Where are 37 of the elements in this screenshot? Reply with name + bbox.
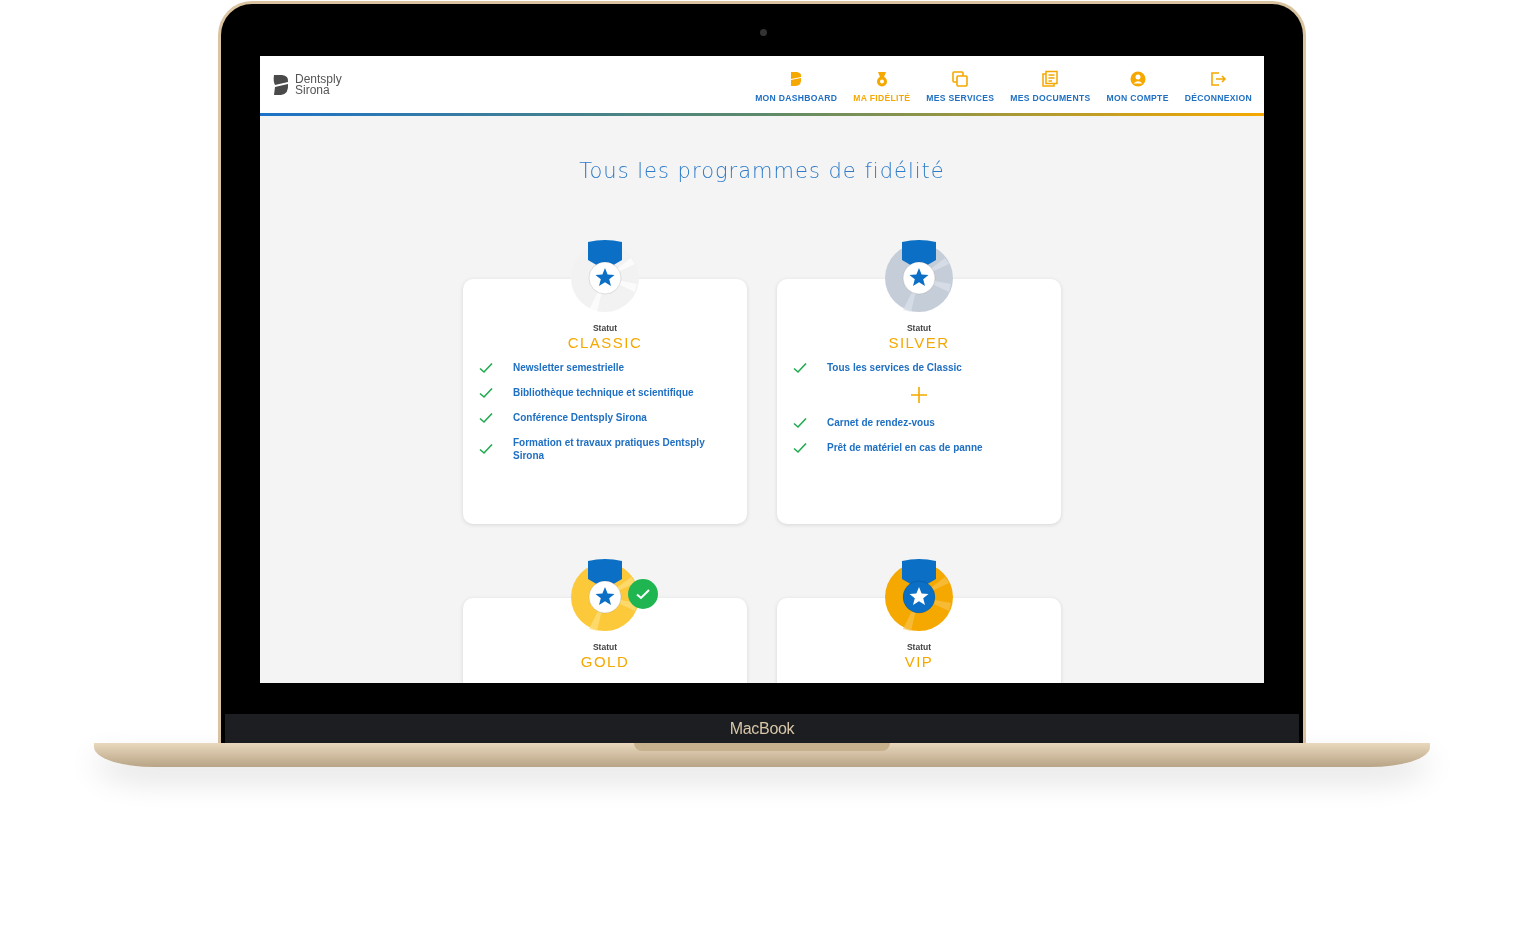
check-icon	[479, 361, 493, 374]
check-icon	[479, 386, 493, 399]
check-icon	[479, 443, 493, 455]
status-name: SILVER	[888, 334, 950, 351]
plus-icon	[910, 386, 928, 404]
status-name: GOLD	[580, 653, 630, 670]
camera-icon	[760, 29, 767, 36]
status-name: VIP	[904, 653, 934, 670]
status-label: Statut	[906, 323, 932, 333]
status-name: CLASSIC	[567, 334, 643, 351]
page-title: Tous les programmes de fidélité	[579, 159, 945, 183]
feature-text: Newsletter semestrielle	[513, 361, 625, 374]
nav-link[interactable]: DÉCONNEXION	[1184, 56, 1252, 113]
nav-link[interactable]: MON COMPTE	[1106, 56, 1169, 113]
logo-text: Dentsply Sirona	[295, 73, 342, 96]
device-label: MacBook	[729, 719, 795, 738]
status-label: Statut	[906, 642, 932, 652]
copy-icon	[951, 69, 970, 88]
check-icon	[479, 411, 493, 424]
feature-text: Formation et travaux pratiques Dentsply Sirona	[513, 436, 706, 462]
logo-icon	[272, 73, 290, 96]
status-label: Statut	[592, 323, 618, 333]
user-icon	[1128, 69, 1147, 88]
feature-text: Conférence Dentsply Sirona	[513, 411, 647, 424]
feature-text: Bibliothèque technique et scientifique	[513, 386, 694, 399]
feature-text: Tous les services de Classic	[827, 361, 962, 374]
nav-link[interactable]: MES SERVICES	[926, 56, 995, 113]
feature-text: Carnet de rendez-vous	[827, 416, 935, 429]
feature-text: Prêt de matériel en cas de panne	[827, 441, 983, 454]
logout-icon	[1209, 69, 1228, 88]
nav-link[interactable]: MES DOCUMENTS	[1010, 56, 1091, 113]
check-icon	[793, 416, 807, 429]
check-icon	[793, 361, 807, 374]
documents-icon	[1041, 69, 1060, 88]
nav-link[interactable]: MON DASHBOARD	[755, 56, 838, 113]
status-label: Statut	[592, 642, 618, 652]
check-icon	[793, 441, 807, 454]
